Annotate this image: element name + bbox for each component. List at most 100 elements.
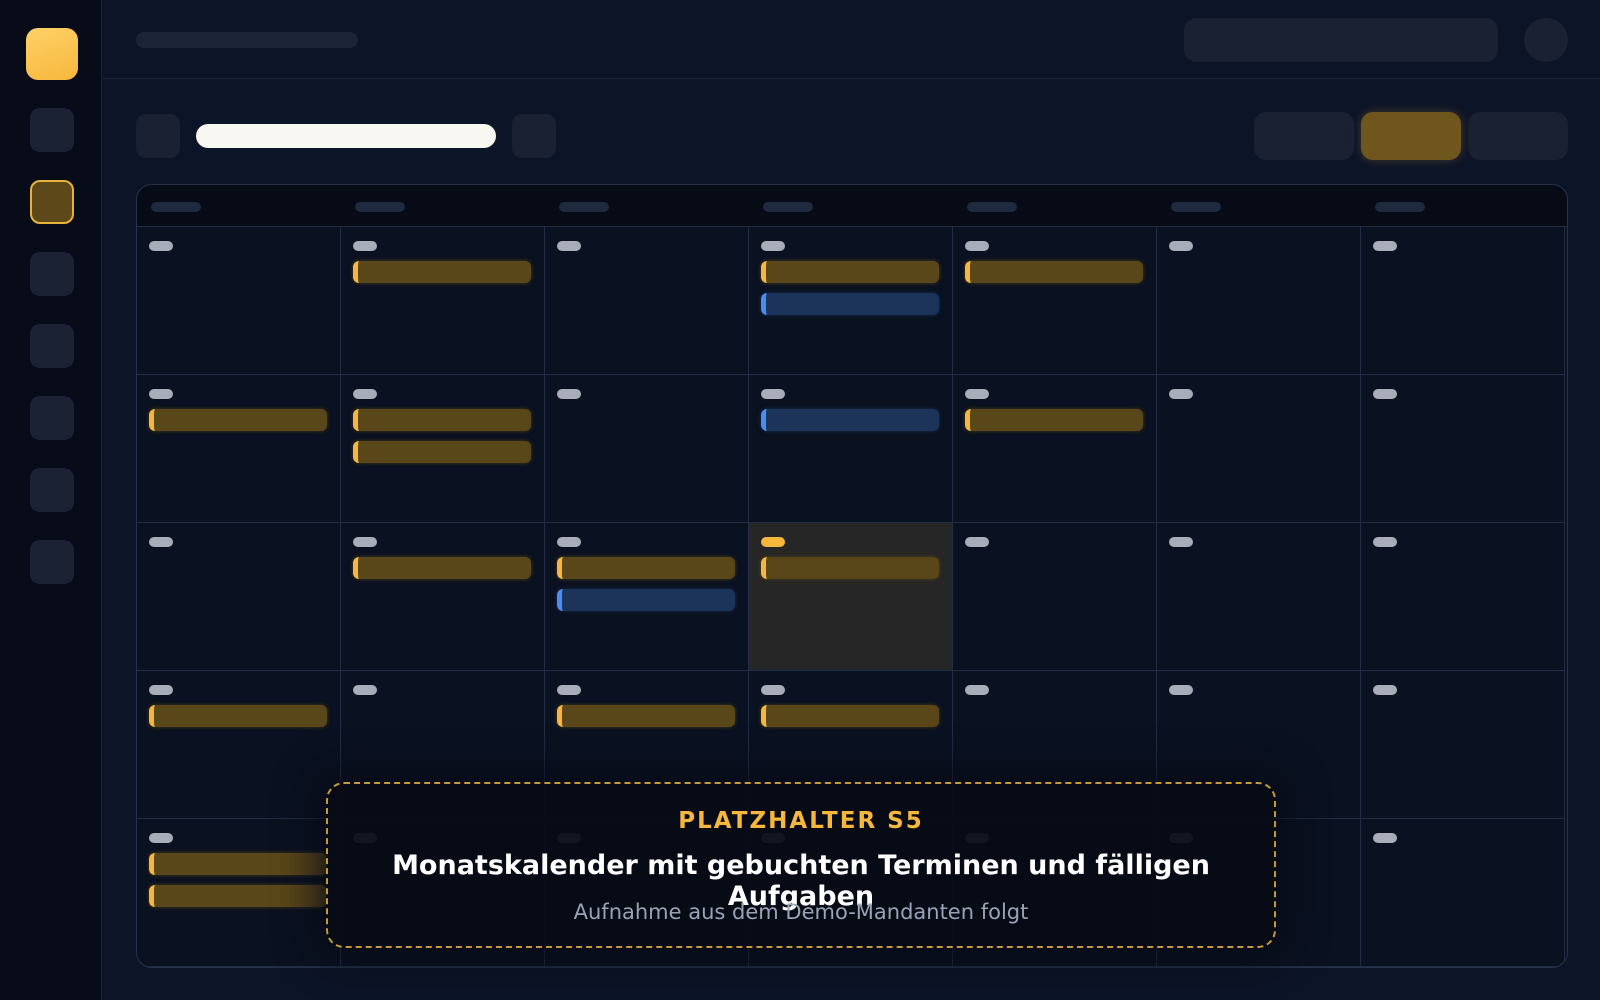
day-number bbox=[557, 241, 581, 251]
day-cell[interactable] bbox=[545, 227, 749, 375]
day-number bbox=[353, 685, 377, 695]
day-number bbox=[1169, 389, 1193, 399]
day-cell[interactable] bbox=[137, 819, 341, 967]
day-number bbox=[965, 241, 989, 251]
appointment-event[interactable] bbox=[557, 557, 735, 579]
day-cell[interactable] bbox=[1157, 523, 1361, 671]
day-number bbox=[149, 537, 173, 547]
day-cell[interactable] bbox=[1157, 375, 1361, 523]
day-number bbox=[1169, 537, 1193, 547]
day-cell[interactable] bbox=[749, 375, 953, 523]
day-cell[interactable] bbox=[1361, 819, 1565, 967]
day-cell[interactable] bbox=[341, 523, 545, 671]
day-number bbox=[353, 389, 377, 399]
day-number bbox=[149, 685, 173, 695]
day-number bbox=[761, 537, 785, 547]
task-event[interactable] bbox=[557, 589, 735, 611]
day-number bbox=[1373, 537, 1397, 547]
day-cell[interactable] bbox=[137, 227, 341, 375]
day-number bbox=[1169, 685, 1193, 695]
sidebar-item-6[interactable] bbox=[30, 468, 74, 512]
appointment-event[interactable] bbox=[353, 261, 531, 283]
topbar bbox=[103, 0, 1600, 79]
task-event[interactable] bbox=[761, 293, 939, 315]
day-number bbox=[353, 537, 377, 547]
avatar[interactable] bbox=[1524, 18, 1568, 62]
day-cell[interactable] bbox=[1361, 523, 1565, 671]
day-number bbox=[557, 389, 581, 399]
sidebar-item-1[interactable] bbox=[30, 108, 74, 152]
day-number bbox=[965, 389, 989, 399]
view-button-3[interactable] bbox=[1468, 112, 1568, 160]
sidebar-item-5[interactable] bbox=[30, 396, 74, 440]
prev-month-button[interactable] bbox=[136, 114, 180, 158]
day-cell[interactable] bbox=[953, 523, 1157, 671]
day-cell[interactable] bbox=[1361, 375, 1565, 523]
weekday-label bbox=[559, 202, 609, 212]
appointment-event[interactable] bbox=[353, 557, 531, 579]
month-title bbox=[196, 124, 496, 148]
view-button-1[interactable] bbox=[1254, 112, 1354, 160]
appointment-event[interactable] bbox=[557, 705, 735, 727]
day-number bbox=[1373, 685, 1397, 695]
day-number bbox=[1373, 241, 1397, 251]
sidebar-item-calendar[interactable] bbox=[30, 180, 74, 224]
appointment-event[interactable] bbox=[149, 705, 327, 727]
day-cell[interactable] bbox=[749, 227, 953, 375]
appointment-event[interactable] bbox=[761, 705, 939, 727]
appointment-event[interactable] bbox=[965, 409, 1143, 431]
day-cell[interactable] bbox=[341, 227, 545, 375]
placeholder-tag: PLATZHALTER S5 bbox=[678, 808, 924, 834]
appointment-event[interactable] bbox=[149, 885, 327, 907]
appointment-event[interactable] bbox=[761, 557, 939, 579]
day-number bbox=[149, 833, 173, 843]
day-cell[interactable] bbox=[953, 227, 1157, 375]
day-number bbox=[761, 685, 785, 695]
weekday-label bbox=[355, 202, 405, 212]
day-number bbox=[965, 537, 989, 547]
weekday-label bbox=[151, 202, 201, 212]
day-cell[interactable] bbox=[953, 375, 1157, 523]
appointment-event[interactable] bbox=[965, 261, 1143, 283]
sidebar-item-4[interactable] bbox=[30, 324, 74, 368]
day-number bbox=[557, 685, 581, 695]
weekday-label bbox=[1375, 202, 1425, 212]
sidebar-item-7[interactable] bbox=[30, 540, 74, 584]
day-cell[interactable] bbox=[1361, 227, 1565, 375]
day-number bbox=[1373, 389, 1397, 399]
search-input[interactable] bbox=[1184, 18, 1498, 62]
day-cell[interactable] bbox=[545, 523, 749, 671]
day-number bbox=[761, 389, 785, 399]
day-number bbox=[761, 241, 785, 251]
day-cell[interactable] bbox=[137, 375, 341, 523]
weekday-label bbox=[763, 202, 813, 212]
day-cell[interactable] bbox=[137, 523, 341, 671]
next-month-button[interactable] bbox=[512, 114, 556, 158]
sidebar-item-3[interactable] bbox=[30, 252, 74, 296]
appointment-event[interactable] bbox=[149, 409, 327, 431]
day-cell[interactable] bbox=[545, 375, 749, 523]
day-number bbox=[149, 389, 173, 399]
day-number bbox=[1373, 833, 1397, 843]
day-number bbox=[353, 241, 377, 251]
weekday-header bbox=[137, 185, 1567, 227]
day-cell[interactable] bbox=[1361, 671, 1565, 819]
weekday-label bbox=[967, 202, 1017, 212]
app-logo[interactable] bbox=[26, 28, 78, 80]
day-cell[interactable] bbox=[341, 375, 545, 523]
task-event[interactable] bbox=[761, 409, 939, 431]
view-button-month[interactable] bbox=[1361, 112, 1461, 160]
placeholder-overlay: PLATZHALTER S5 Monatskalender mit gebuch… bbox=[326, 782, 1276, 948]
breadcrumb bbox=[136, 32, 358, 48]
appointment-event[interactable] bbox=[353, 409, 531, 431]
placeholder-subtitle: Aufnahme aus dem Demo-Mandanten folgt bbox=[573, 900, 1029, 924]
appointment-event[interactable] bbox=[149, 853, 327, 875]
day-cell[interactable] bbox=[1157, 227, 1361, 375]
sidebar bbox=[0, 0, 102, 1000]
appointment-event[interactable] bbox=[353, 441, 531, 463]
weekday-label bbox=[1171, 202, 1221, 212]
day-cell[interactable] bbox=[749, 523, 953, 671]
appointment-event[interactable] bbox=[761, 261, 939, 283]
day-number bbox=[149, 241, 173, 251]
day-cell[interactable] bbox=[137, 671, 341, 819]
